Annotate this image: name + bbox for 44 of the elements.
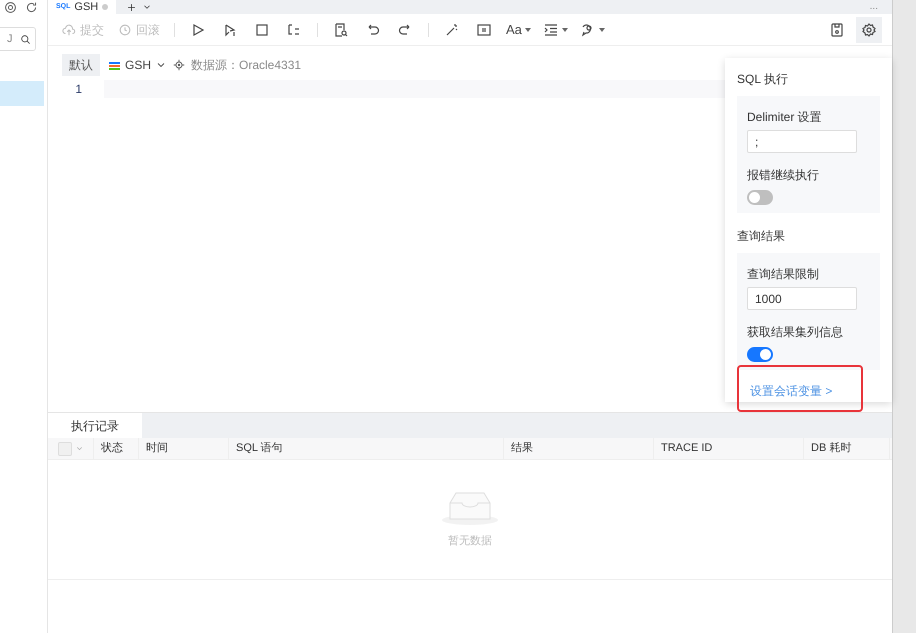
settings-icon [861,22,877,38]
font-size-button[interactable]: Aa [503,16,534,42]
field-label: 获取结果集列信息 [747,324,844,341]
column-header: 时间 [146,441,168,456]
search-field[interactable]: J [0,27,36,51]
section-title: SQL 执行 [737,71,789,88]
line-number: 1 [74,81,82,98]
field-label: Delimiter 设置 [747,109,823,126]
column-header: 结果 [511,441,533,456]
input-field[interactable]: ; [747,130,857,153]
toggle-switch[interactable] [747,347,773,362]
tree-layout-icon [286,22,302,38]
document-search-icon [333,22,349,38]
database-icon [108,60,121,70]
results-tab[interactable]: 执行记录 [48,413,142,438]
toggle-switch[interactable] [747,190,773,205]
schema-selector[interactable]: GSH [108,56,168,74]
settings-button[interactable] [856,16,882,42]
select-all-checkbox[interactable] [58,442,72,456]
refresh-icon[interactable] [25,0,38,14]
input-field[interactable]: 1000 [747,287,857,310]
search-value: J [7,32,12,47]
indent-icon [542,22,559,38]
caret-icon [562,28,568,32]
clock-icon [118,22,132,36]
save-icon [829,22,845,38]
stop-icon [254,22,270,38]
field-label: 报错继续执行 [747,167,820,184]
mode-button[interactable]: 默认 [62,54,100,76]
section-title: 查询结果 [737,228,786,245]
target-icon [173,59,186,71]
column-header: TRACE ID [661,441,712,456]
empty-message: 暂无数据 [448,534,492,550]
column-header: 状态 [101,440,123,456]
cloud-upload-icon [62,22,76,36]
caret-icon [598,28,605,32]
datasource-label: 数据源：Oracle4331 [191,57,302,74]
plus-icon [126,2,137,12]
search-icon[interactable] [20,34,31,44]
column-header: SQL 语句 [236,441,283,456]
caret-icon [524,28,531,32]
magic-wand-icon [444,22,460,38]
column-header: DB 耗时 [811,441,852,456]
field-label: 查询结果限制 [747,266,820,283]
